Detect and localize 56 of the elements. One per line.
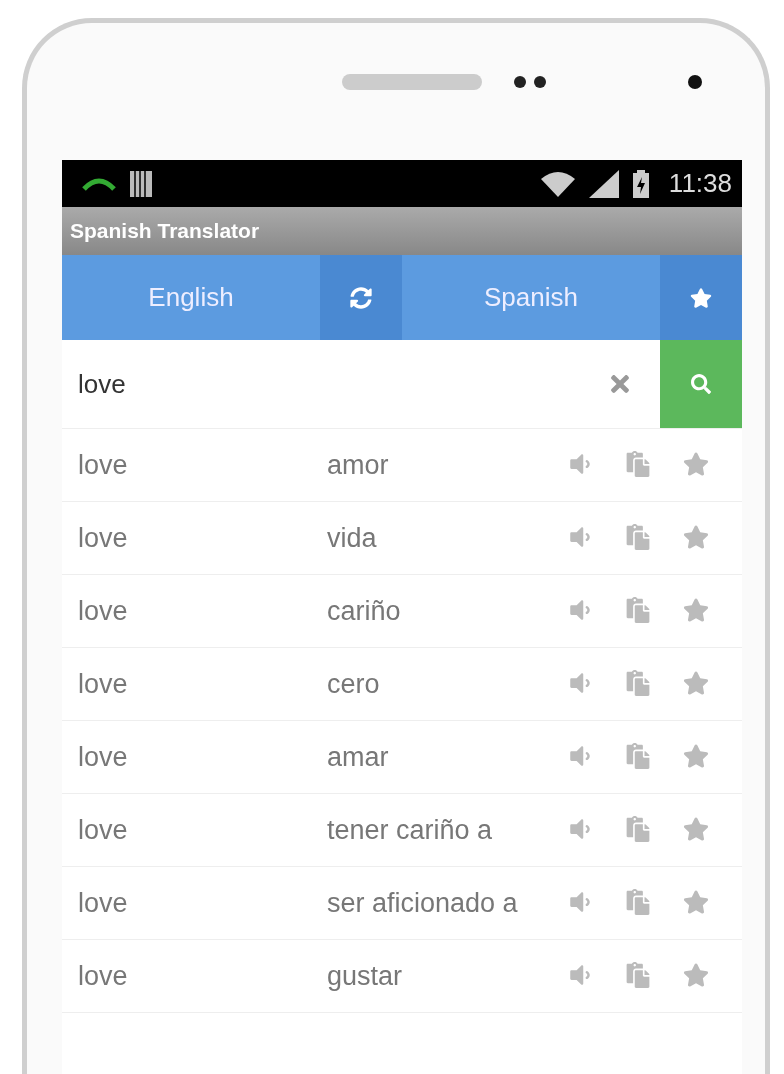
translation-text: vida [327,522,378,555]
copy-icon[interactable] [625,962,651,988]
copy-icon[interactable] [625,670,651,696]
translation-text: gustar [327,960,404,993]
star-icon[interactable] [683,816,709,842]
status-time: 11:38 [668,168,732,199]
source-word: love [78,522,129,555]
speaker-icon[interactable] [567,743,593,769]
source-word: love [78,814,129,847]
copy-icon[interactable] [625,889,651,915]
refresh-icon [350,286,372,309]
swap-languages-button[interactable] [320,255,402,340]
speaker-icon[interactable] [567,524,593,550]
star-icon[interactable] [683,743,709,769]
source-word: love [78,668,129,701]
favorites-button[interactable] [660,255,742,340]
star-icon [690,286,712,309]
star-icon[interactable] [683,889,709,915]
source-word: love [78,595,129,628]
speaker-icon[interactable] [567,962,593,988]
speaker-icon[interactable] [567,889,593,915]
search-icon [691,374,711,394]
phone-handset-icon [82,176,116,191]
source-word: love [78,960,129,993]
sensor-dot [534,75,546,88]
source-word: love [78,741,129,774]
barcode-icon [130,170,152,197]
speaker-icon[interactable] [567,816,593,842]
source-word: love [78,449,129,482]
copy-icon[interactable] [625,524,651,550]
star-icon[interactable] [683,524,709,550]
battery-icon [632,169,649,198]
source-word: love [78,887,129,920]
translation-text: cero [327,668,381,701]
star-icon[interactable] [683,451,709,477]
star-icon[interactable] [683,670,709,696]
search-button[interactable] [660,340,742,428]
copy-icon[interactable] [625,816,651,842]
signal-icon [588,169,619,198]
copy-icon[interactable] [625,597,651,623]
star-icon[interactable] [683,962,709,988]
translation-text: cariño [327,595,402,628]
speaker-icon[interactable] [567,670,593,696]
wifi-icon [540,170,575,197]
sensor-dot [514,75,526,88]
translation-text: amor [327,449,390,482]
copy-icon[interactable] [625,743,651,769]
star-icon[interactable] [683,597,709,623]
app-title: Spanish Translator [70,219,260,243]
copy-icon[interactable] [625,451,651,477]
camera-lens [688,74,702,89]
speaker-icon[interactable] [567,597,593,623]
translation-text: tener cariño a [327,814,494,847]
translation-text: amar [327,741,390,774]
translation-text: ser aficionado a [327,887,519,920]
speaker-icon[interactable] [567,451,593,477]
